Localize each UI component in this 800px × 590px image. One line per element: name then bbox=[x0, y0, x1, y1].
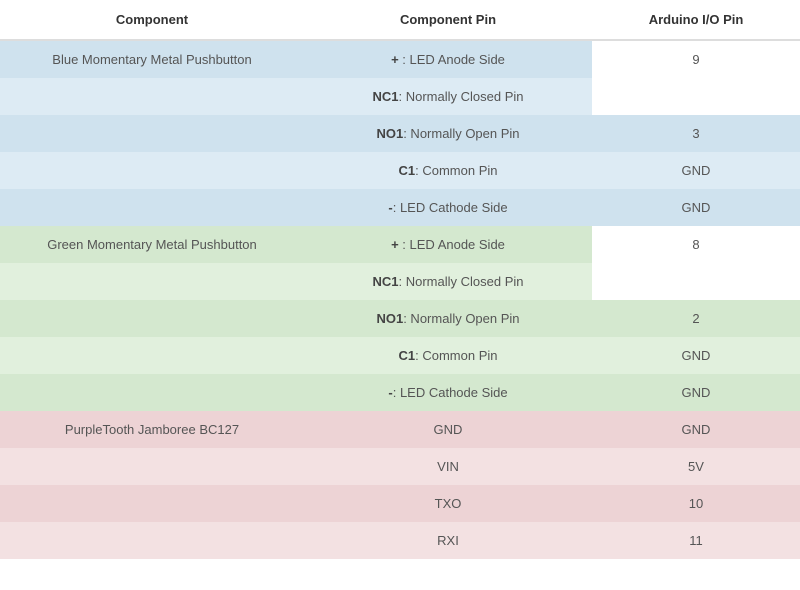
pin-label-rest: VIN bbox=[437, 459, 459, 474]
pin-label-bold: + bbox=[391, 52, 402, 67]
component-pin-cell: + : LED Anode Side bbox=[304, 40, 592, 78]
arduino-pin-cell: GND bbox=[592, 337, 800, 374]
arduino-pin-cell: GND bbox=[592, 411, 800, 448]
component-cell bbox=[0, 115, 304, 152]
component-cell bbox=[0, 374, 304, 411]
arduino-pin-cell: 11 bbox=[592, 522, 800, 559]
pin-label-rest: RXI bbox=[437, 533, 459, 548]
table-row: -: LED Cathode SideGND bbox=[0, 374, 800, 411]
table-row: Blue Momentary Metal Pushbutton+ : LED A… bbox=[0, 40, 800, 78]
table-row: PurpleTooth Jamboree BC127 GND GND bbox=[0, 411, 800, 448]
arduino-pin-cell: 9 bbox=[592, 40, 800, 78]
pin-label-bold: NC1 bbox=[372, 274, 398, 289]
component-cell: Green Momentary Metal Pushbutton bbox=[0, 226, 304, 263]
component-cell bbox=[0, 522, 304, 559]
component-cell bbox=[0, 448, 304, 485]
pinout-table: Component Component Pin Arduino I/O Pin … bbox=[0, 0, 800, 559]
arduino-pin-cell bbox=[592, 78, 800, 115]
table-row: C1: Common PinGND bbox=[0, 152, 800, 189]
table-row: TXO 10 bbox=[0, 485, 800, 522]
table-row: C1: Common PinGND bbox=[0, 337, 800, 374]
pin-label-bold: C1 bbox=[399, 348, 416, 363]
pin-label-rest: : LED Anode Side bbox=[402, 52, 505, 67]
table-row: -: LED Cathode SideGND bbox=[0, 189, 800, 226]
component-pin-cell: -: LED Cathode Side bbox=[304, 189, 592, 226]
pin-label-bold: + bbox=[391, 237, 402, 252]
component-cell: Blue Momentary Metal Pushbutton bbox=[0, 40, 304, 78]
pin-label-rest: : Common Pin bbox=[415, 163, 497, 178]
table-row: RXI 11 bbox=[0, 522, 800, 559]
arduino-pin-cell: GND bbox=[592, 374, 800, 411]
arduino-pin-cell: GND bbox=[592, 189, 800, 226]
pin-label-bold: C1 bbox=[399, 163, 416, 178]
component-cell: PurpleTooth Jamboree BC127 bbox=[0, 411, 304, 448]
component-pin-cell: NC1: Normally Closed Pin bbox=[304, 78, 592, 115]
pin-label-rest: : LED Cathode Side bbox=[393, 385, 508, 400]
arduino-pin-cell: GND bbox=[592, 152, 800, 189]
arduino-pin-cell: 10 bbox=[592, 485, 800, 522]
arduino-pin-cell: 5V bbox=[592, 448, 800, 485]
arduino-pin-cell bbox=[592, 263, 800, 300]
pin-label-rest: : Normally Open Pin bbox=[403, 126, 519, 141]
component-cell bbox=[0, 189, 304, 226]
pin-label-rest: GND bbox=[434, 422, 463, 437]
component-cell bbox=[0, 337, 304, 374]
table-row: NO1: Normally Open Pin3 bbox=[0, 115, 800, 152]
table-row: NO1: Normally Open Pin2 bbox=[0, 300, 800, 337]
pin-label-rest: TXO bbox=[435, 496, 462, 511]
pin-label-rest: : Normally Closed Pin bbox=[399, 89, 524, 104]
arduino-pin-cell: 8 bbox=[592, 226, 800, 263]
pin-label-rest: : Common Pin bbox=[415, 348, 497, 363]
component-pin-cell: GND bbox=[304, 411, 592, 448]
component-pin-cell: C1: Common Pin bbox=[304, 152, 592, 189]
component-pin-cell: + : LED Anode Side bbox=[304, 226, 592, 263]
component-pin-cell: NO1: Normally Open Pin bbox=[304, 300, 592, 337]
header-arduino-pin: Arduino I/O Pin bbox=[592, 0, 800, 40]
pin-label-bold: NC1 bbox=[372, 89, 398, 104]
component-cell bbox=[0, 485, 304, 522]
pin-label-bold: NO1 bbox=[376, 126, 403, 141]
component-pin-cell: RXI bbox=[304, 522, 592, 559]
table-row: NC1: Normally Closed Pin bbox=[0, 263, 800, 300]
component-cell bbox=[0, 152, 304, 189]
component-pin-cell: -: LED Cathode Side bbox=[304, 374, 592, 411]
component-pin-cell: C1: Common Pin bbox=[304, 337, 592, 374]
pin-label-rest: : LED Anode Side bbox=[402, 237, 505, 252]
component-pin-cell: TXO bbox=[304, 485, 592, 522]
component-cell bbox=[0, 78, 304, 115]
component-pin-cell: NC1: Normally Closed Pin bbox=[304, 263, 592, 300]
table-row: Green Momentary Metal Pushbutton+ : LED … bbox=[0, 226, 800, 263]
header-component-pin: Component Pin bbox=[304, 0, 592, 40]
table-row: NC1: Normally Closed Pin bbox=[0, 78, 800, 115]
arduino-pin-cell: 2 bbox=[592, 300, 800, 337]
pin-label-rest: : Normally Open Pin bbox=[403, 311, 519, 326]
component-pin-cell: NO1: Normally Open Pin bbox=[304, 115, 592, 152]
pin-label-rest: : LED Cathode Side bbox=[393, 200, 508, 215]
component-pin-cell: VIN bbox=[304, 448, 592, 485]
pin-label-rest: : Normally Closed Pin bbox=[399, 274, 524, 289]
pin-label-bold: NO1 bbox=[376, 311, 403, 326]
table-row: VIN 5V bbox=[0, 448, 800, 485]
component-cell bbox=[0, 300, 304, 337]
header-row: Component Component Pin Arduino I/O Pin bbox=[0, 0, 800, 40]
header-component: Component bbox=[0, 0, 304, 40]
component-cell bbox=[0, 263, 304, 300]
arduino-pin-cell: 3 bbox=[592, 115, 800, 152]
